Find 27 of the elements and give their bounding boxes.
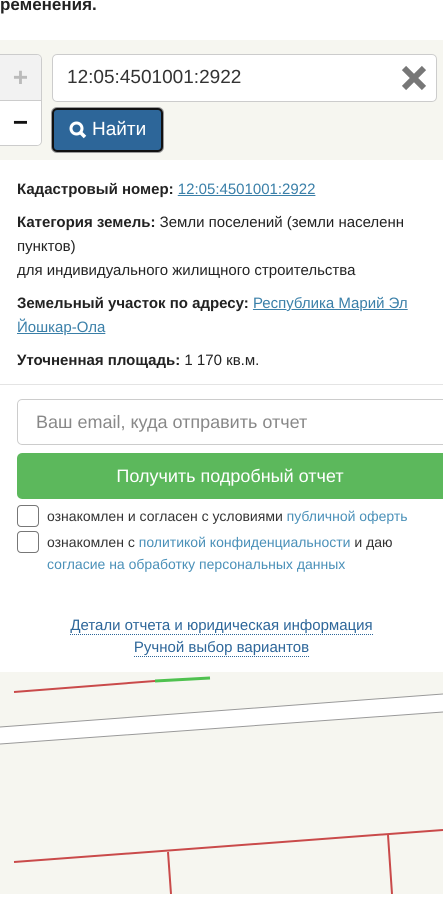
- field-label: Земельный участок по адресу:: [17, 295, 249, 312]
- detail-link[interactable]: Йошкар-Ола: [17, 319, 106, 336]
- field-value: для индивидуального жилищного строительства: [17, 262, 356, 279]
- field-label: Кадастровый номер:: [17, 181, 174, 198]
- close-icon[interactable]: [400, 64, 428, 92]
- field-value: пунктов): [17, 238, 76, 255]
- agreement-link[interactable]: публичной оферть: [286, 508, 408, 524]
- agreement-text: ознакомлен и согласен с условиями публичной оферть: [47, 507, 408, 526]
- search-button[interactable]: Найти: [52, 108, 164, 152]
- field-value: 1 170 кв.м.: [184, 352, 260, 369]
- submit-button[interactable]: Получить подробный отчет: [17, 453, 443, 499]
- checkbox[interactable]: [17, 531, 39, 553]
- detail-link[interactable]: 12:05:4501001:2922: [178, 181, 316, 198]
- field-value: Земли поселений (земли населенн: [160, 214, 404, 231]
- checkbox[interactable]: [17, 505, 39, 527]
- search-field[interactable]: 12:05:4501001:2922: [52, 54, 437, 102]
- footer-link[interactable]: Ручной выбор вариантов: [134, 639, 310, 657]
- heading-fragment: ременения.: [0, 0, 98, 16]
- agreement-link[interactable]: согласие на обработку персональных данных: [47, 556, 346, 572]
- search-icon: [69, 121, 87, 139]
- agreement-text: ознакомлен с политикой конфиденциальности и даю согласие на обработку персональных данных: [47, 533, 393, 574]
- detail-link[interactable]: Республика Марий Эл: [252, 295, 408, 312]
- footer-link[interactable]: Детали отчета и юридическая информация: [70, 617, 373, 635]
- agreement-link[interactable]: политикой конфиденциальности: [138, 534, 350, 550]
- email-field[interactable]: Ваш email, куда отправить отчет: [17, 399, 443, 445]
- field-label: Категория земель:: [17, 214, 156, 231]
- field-label: Уточненная площадь:: [17, 352, 180, 369]
